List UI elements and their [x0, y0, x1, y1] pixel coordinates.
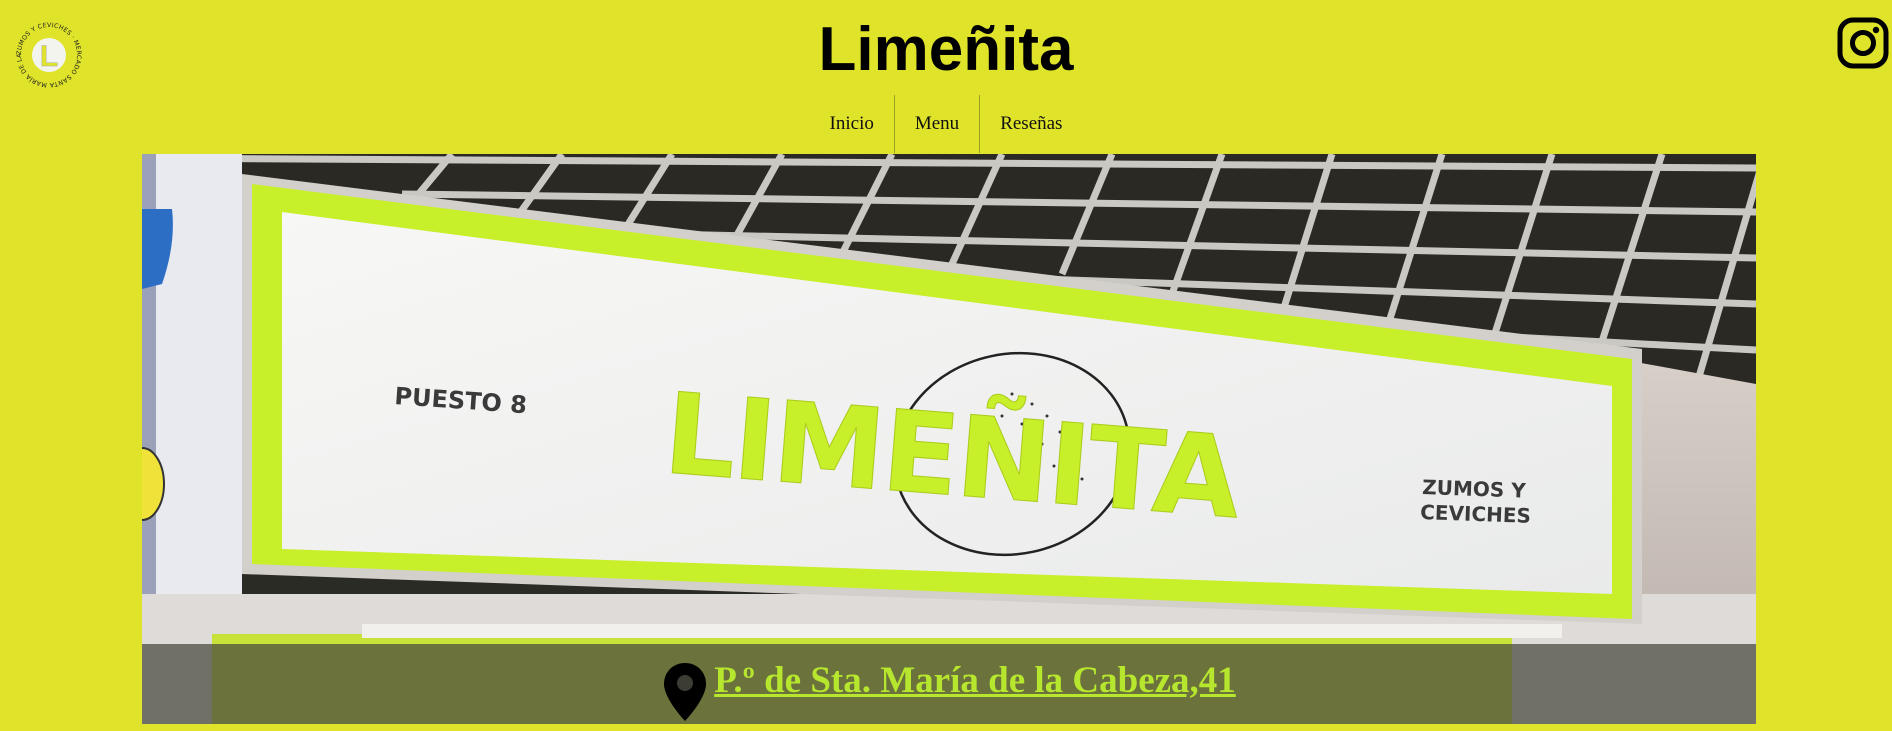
main-nav: Inicio Menu Reseñas: [0, 95, 1892, 153]
nav-resenas[interactable]: Reseñas: [980, 95, 1082, 153]
map-pin-icon: [664, 663, 707, 721]
storefront-scene: PUESTO 8 LIMEÑITA ZUMOS Y CEVICHES: [142, 154, 1756, 724]
address-link[interactable]: P.º de Sta. María de la Cabeza,41: [714, 659, 1236, 702]
sign-tagline-line2: CEVICHES: [1420, 500, 1532, 528]
hero-image: PUESTO 8 LIMEÑITA ZUMOS Y CEVICHES P.º d…: [142, 154, 1756, 724]
instagram-icon[interactable]: [1837, 17, 1889, 69]
nav-inicio[interactable]: Inicio: [810, 95, 894, 153]
nav-menu[interactable]: Menu: [895, 95, 979, 153]
sign-tagline-line1: ZUMOS Y: [1422, 475, 1527, 503]
address-bar: P.º de Sta. María de la Cabeza,41: [142, 644, 1756, 724]
page-title: Limeñita: [818, 15, 1074, 84]
